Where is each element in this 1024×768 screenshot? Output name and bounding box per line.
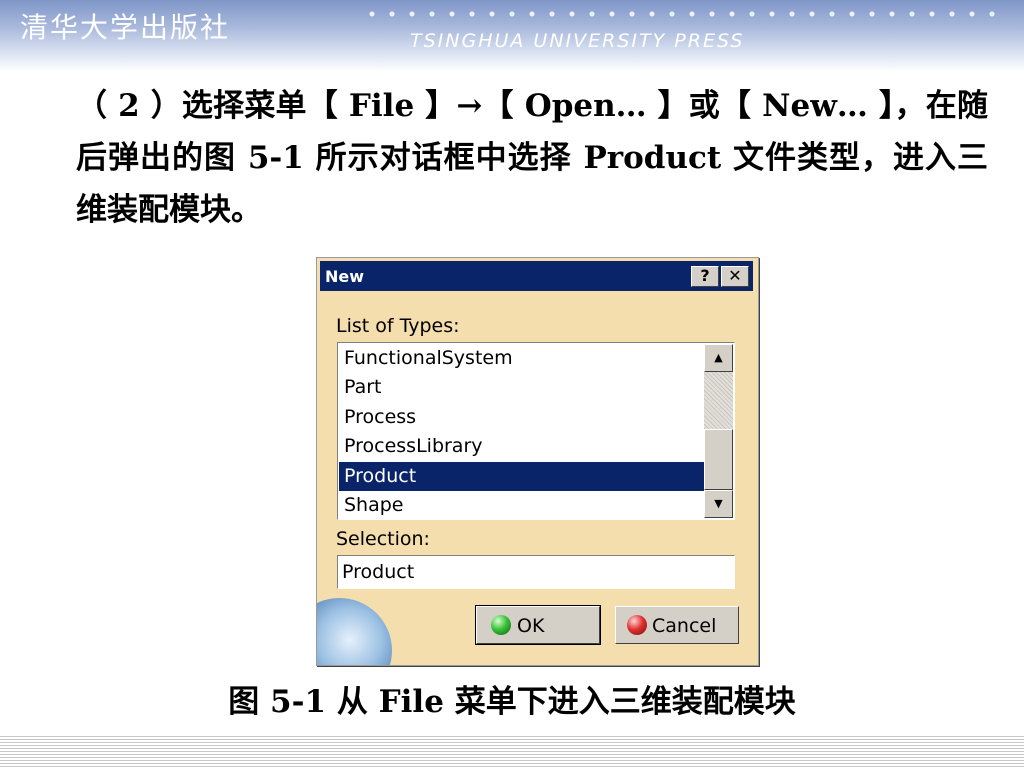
selection-label: Selection: bbox=[336, 528, 430, 550]
list-of-types-label: List of Types: bbox=[336, 315, 460, 337]
publisher-name-en: TSINGHUA UNIVERSITY PRESS bbox=[410, 30, 745, 52]
new-dialog: New ? ✕ List of Types: FunctionalSystem P… bbox=[316, 257, 759, 666]
types-listbox[interactable]: FunctionalSystem Part Process ProcessLibrar… bbox=[337, 342, 735, 520]
list-item[interactable]: Shape bbox=[339, 491, 705, 520]
footer-line-decoration bbox=[0, 736, 1024, 768]
dialog-title: New bbox=[325, 267, 365, 286]
green-ok-icon bbox=[491, 615, 511, 635]
selection-input[interactable] bbox=[337, 555, 735, 589]
close-button[interactable]: ✕ bbox=[721, 266, 749, 287]
cancel-button-label: Cancel bbox=[652, 615, 717, 637]
scrollbar-thumb[interactable] bbox=[704, 429, 733, 490]
ok-button[interactable]: OK bbox=[475, 605, 601, 645]
instruction-paragraph: （ 2 ）选择菜单【 File 】→【 Open… 】或【 New… 】，在随后… bbox=[76, 88, 988, 228]
globe-decoration-icon bbox=[317, 598, 392, 665]
types-list: FunctionalSystem Part Process ProcessLibrar… bbox=[339, 344, 705, 520]
list-item[interactable]: Part bbox=[339, 373, 705, 402]
header-dot-pattern bbox=[362, 9, 1002, 19]
dialog-titlebar[interactable]: New ? ✕ bbox=[320, 261, 753, 291]
list-item[interactable]: FunctionalSystem bbox=[339, 344, 705, 373]
scroll-up-button[interactable]: ▲ bbox=[704, 344, 733, 372]
figure-caption: 图 5-1 从 File 菜单下进入三维装配模块 bbox=[228, 684, 796, 720]
slide-header: 清华大学出版社 TSINGHUA UNIVERSITY PRESS bbox=[0, 0, 1024, 72]
list-item[interactable]: ProcessLibrary bbox=[339, 432, 705, 461]
list-item[interactable]: Process bbox=[339, 403, 705, 432]
publisher-name-cn: 清华大学出版社 bbox=[20, 11, 231, 44]
red-cancel-icon bbox=[627, 615, 647, 635]
help-button[interactable]: ? bbox=[691, 266, 719, 287]
vertical-scrollbar[interactable]: ▲ ▼ bbox=[704, 344, 733, 518]
scroll-down-button[interactable]: ▼ bbox=[704, 490, 733, 518]
ok-button-label: OK bbox=[517, 615, 545, 637]
list-item[interactable]: Product bbox=[339, 461, 705, 491]
cancel-button[interactable]: Cancel bbox=[615, 606, 739, 644]
